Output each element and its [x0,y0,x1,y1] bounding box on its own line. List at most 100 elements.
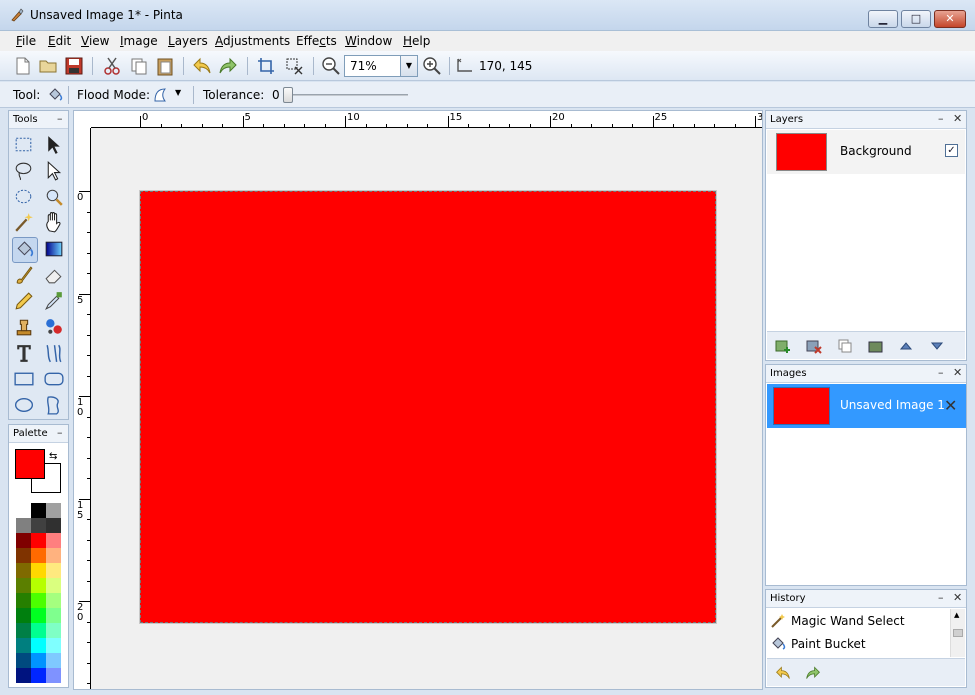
redo-icon[interactable] [218,56,238,76]
tool-gradient[interactable] [42,237,68,263]
menu-help[interactable]: Help [403,34,430,48]
palette-swatch[interactable] [16,593,31,608]
palette-swatch[interactable] [16,638,31,653]
palette-swatch[interactable] [31,563,46,578]
menu-file[interactable]: File [16,34,36,48]
collapse-icon[interactable]: – [57,112,63,125]
palette-swatch[interactable] [31,578,46,593]
collapse-icon[interactable]: – [938,591,944,604]
new-file-icon[interactable] [13,56,33,76]
palette-swatch[interactable] [46,503,61,518]
menu-image[interactable]: Image [120,34,158,48]
history-item-magic-wand[interactable]: Magic Wand Select [767,610,950,632]
palette-swatch[interactable] [16,503,31,518]
minimize-button[interactable]: ▁ [868,10,898,28]
open-image-row[interactable]: Unsaved Image 1 ✕ [767,384,966,428]
palette-swatch[interactable] [46,518,61,533]
tool-magic-wand[interactable] [12,211,38,237]
palette-swatch[interactable] [31,503,46,518]
palette-swatch[interactable] [46,548,61,563]
tolerance-slider-track[interactable] [288,94,408,96]
palette-swatch[interactable] [16,668,31,683]
zoom-in-icon[interactable] [422,56,442,76]
tool-zoom[interactable] [42,185,68,211]
tool-move-selected[interactable] [42,133,68,159]
paint-bucket-icon[interactable] [46,86,64,104]
menu-effects[interactable]: Effects [296,34,337,48]
palette-swatch[interactable] [16,608,31,623]
palette-swatch[interactable] [31,623,46,638]
history-item-paint-bucket[interactable]: Paint Bucket [767,633,950,655]
tool-pan[interactable] [42,211,68,237]
palette-swatch[interactable] [31,518,46,533]
layer-row-background[interactable]: Background ✓ [767,130,965,174]
copy-icon[interactable] [129,56,149,76]
menu-layers[interactable]: Layers [168,34,208,48]
tool-rectangle-select[interactable] [12,133,38,159]
palette-swatch[interactable] [46,623,61,638]
tool-paint-bucket[interactable] [12,237,38,263]
palette-swatch[interactable] [46,533,61,548]
scroll-up-icon[interactable]: ▲ [954,611,959,619]
menu-window[interactable]: Window [345,34,392,48]
add-layer-icon[interactable] [775,338,791,354]
tool-paintbrush[interactable] [12,263,38,289]
zoom-combobox[interactable]: 71% ▼ [344,55,418,77]
palette-swatch[interactable] [46,668,61,683]
menu-adjustments[interactable]: Adjustments [215,34,290,48]
canvas-area[interactable]: 051015202530 051 01 52 0 [73,110,763,690]
primary-color-swatch[interactable] [15,449,45,479]
tolerance-slider-thumb[interactable] [283,87,293,103]
zoom-value[interactable]: 71% [350,59,377,73]
palette-swatch[interactable] [16,518,31,533]
open-folder-icon[interactable] [38,56,58,76]
collapse-icon[interactable]: – [57,426,63,439]
tool-move-selection[interactable] [42,159,68,185]
image-canvas[interactable] [140,191,716,623]
undo-icon[interactable] [775,665,791,681]
close-icon[interactable]: ✕ [953,366,962,379]
palette-swatch[interactable] [16,653,31,668]
palette-swatch[interactable] [16,578,31,593]
paste-icon[interactable] [155,56,175,76]
tool-pencil[interactable] [12,289,38,315]
palette-swatch[interactable] [46,563,61,578]
palette-swatch[interactable] [31,653,46,668]
collapse-icon[interactable]: – [938,112,944,125]
move-layer-down-icon[interactable] [929,338,945,354]
menu-edit[interactable]: Edit [48,34,71,48]
close-window-button[interactable]: ✕ [934,10,966,28]
delete-layer-icon[interactable] [806,338,822,354]
palette-swatch[interactable] [31,638,46,653]
save-icon[interactable] [64,56,84,76]
palette-swatch[interactable] [31,533,46,548]
tool-recolor[interactable] [42,315,68,341]
palette-swatch[interactable] [16,623,31,638]
palette-swatch[interactable] [46,578,61,593]
palette-swatch[interactable] [31,668,46,683]
move-layer-up-icon[interactable] [898,338,914,354]
undo-icon[interactable] [192,56,212,76]
tool-line-curve[interactable] [42,341,68,367]
layer-visibility-checkbox[interactable]: ✓ [945,144,958,157]
palette-swatch[interactable] [46,653,61,668]
flood-mode-icon[interactable] [152,87,168,103]
history-scrollbar[interactable]: ▲ [950,609,965,657]
flood-mode-dropdown-icon[interactable]: ▼ [175,88,181,97]
tool-ellipse[interactable] [12,393,38,419]
collapse-icon[interactable]: – [938,366,944,379]
menu-view[interactable]: View [81,34,109,48]
tool-color-picker[interactable] [42,289,68,315]
tool-text[interactable] [12,341,38,367]
cut-icon[interactable] [102,56,122,76]
tool-ellipse-select[interactable] [12,185,38,211]
tool-eraser[interactable] [42,263,68,289]
duplicate-layer-icon[interactable] [837,338,853,354]
palette-swatch[interactable] [16,548,31,563]
crop-to-selection-icon[interactable] [256,56,276,76]
palette-swatch[interactable] [46,608,61,623]
zoom-out-icon[interactable] [321,56,341,76]
scrollbar-thumb[interactable] [953,629,963,637]
close-image-icon[interactable]: ✕ [944,396,957,415]
palette-swatch[interactable] [31,593,46,608]
